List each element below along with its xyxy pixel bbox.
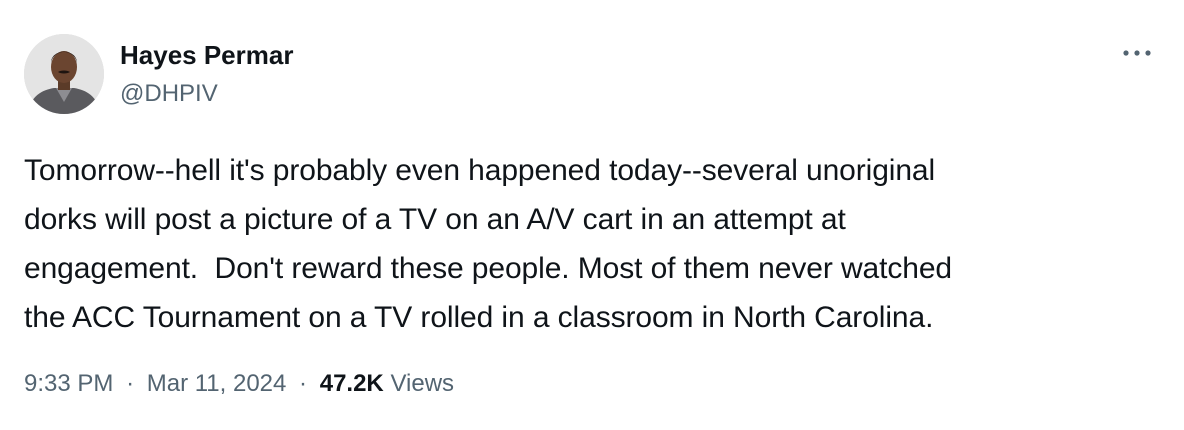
more-options-button[interactable] — [1116, 38, 1158, 68]
author-handle[interactable]: @DHPIV — [120, 78, 218, 110]
views-count[interactable]: 47.2K — [320, 370, 384, 397]
author-display-name[interactable]: Hayes Permar — [120, 38, 293, 72]
more-horizontal-icon — [1123, 50, 1151, 56]
tweet-time[interactable]: 9:33 PM — [24, 370, 113, 397]
avatar[interactable] — [24, 34, 104, 114]
tweet-text-line: Tomorrow--hell it's probably even happen… — [24, 154, 936, 187]
views-label: Views — [390, 370, 455, 397]
tweet-date[interactable]: Mar 11, 2024 — [147, 370, 287, 397]
tweet-text-line: the ACC Tournament on a TV rolled in a c… — [24, 301, 934, 334]
tweet-meta: 9:33 PM · Mar 11, 2024 · 47.2K Views — [24, 368, 454, 400]
tweet-text-line: dorks will post a picture of a TV on an … — [24, 203, 846, 236]
meta-separator: · — [299, 370, 308, 397]
profile-photo-icon — [24, 34, 104, 114]
tweet-text-line: engagement. Don't reward these people. M… — [24, 252, 953, 285]
tweet-text: Tomorrow--hell it's probably even happen… — [24, 146, 1144, 342]
meta-separator: · — [126, 370, 135, 397]
tweet-card: Hayes Permar @DHPIV Tomorrow--hell it's … — [0, 0, 1184, 430]
